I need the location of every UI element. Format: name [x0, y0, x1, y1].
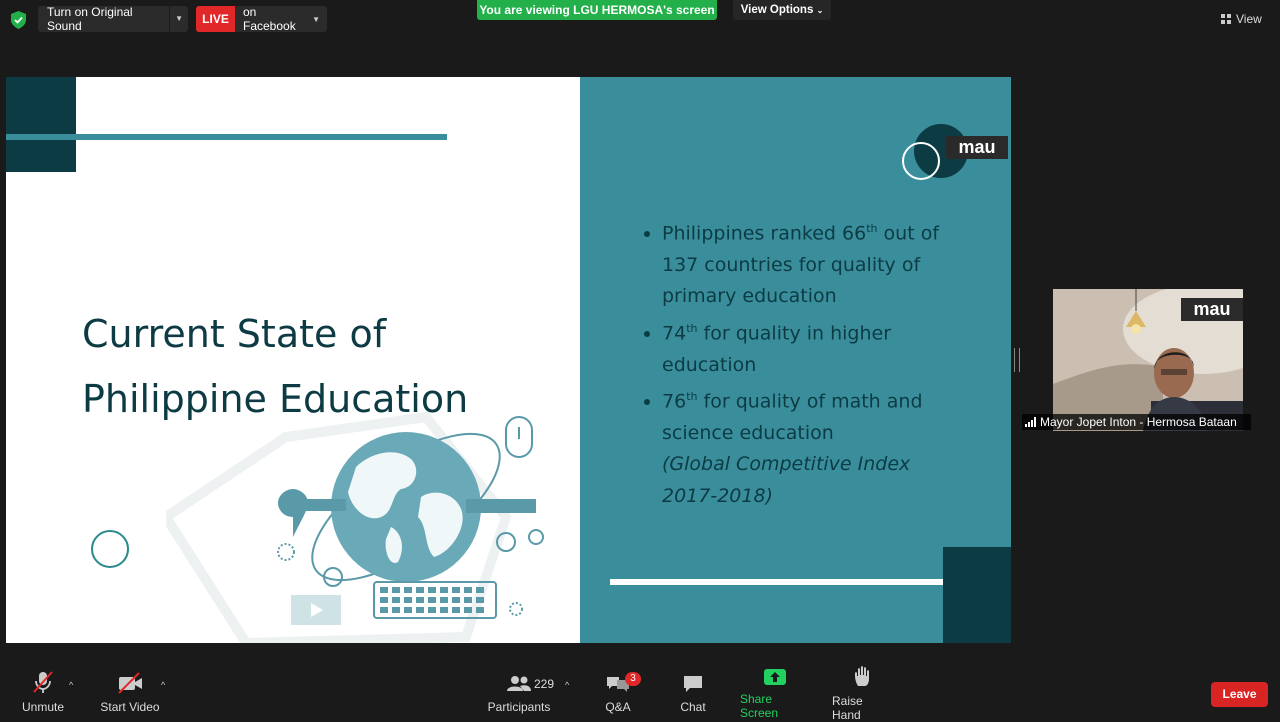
participants-options-caret-icon[interactable]: ^ [565, 680, 569, 690]
slide-decor-ring [91, 530, 129, 568]
participants-button[interactable]: Participants [488, 664, 550, 720]
video-options-caret-icon[interactable]: ^ [161, 680, 165, 690]
microphone-muted-icon [33, 671, 53, 693]
start-video-label: Start Video [100, 700, 160, 714]
participant-video[interactable]: mau [1053, 289, 1243, 431]
participants-label: Participants [487, 700, 551, 714]
video-camera-off-icon [118, 672, 142, 694]
viewing-screen-banner: You are viewing LGU HERMOSA's screen [477, 0, 717, 20]
slide-decor-line [6, 134, 447, 140]
slide-decor-block [943, 547, 1011, 643]
globe-education-illustration [166, 411, 544, 643]
chat-button[interactable]: Chat [676, 664, 710, 720]
qa-label: Q&A [605, 700, 631, 714]
view-options-label: View Options [740, 4, 814, 16]
live-badge: LIVE [196, 6, 235, 32]
bullet-item: Philippines ranked 66th out of 137 count… [662, 213, 966, 313]
share-screen-button[interactable]: Share Screen [740, 664, 810, 720]
bullet-item: 74th for quality in higher education [662, 313, 966, 381]
raise-hand-icon [855, 666, 869, 686]
share-screen-label: Share Screen [740, 692, 779, 720]
slide-decor-block [6, 77, 76, 172]
live-destination-label: on Facebook [243, 6, 296, 32]
slide-citation: (Global Competitive Index 2017-2018) [662, 453, 911, 507]
participants-icon [507, 676, 531, 691]
share-screen-icon [764, 669, 786, 685]
original-sound-label: Turn on Original Sound [47, 5, 133, 33]
panel-resize-handle[interactable] [1014, 348, 1020, 372]
participant-count: 229 [534, 677, 555, 691]
qa-count-badge: 3 [625, 672, 641, 686]
shared-screen: Current State of Philippine Education • … [6, 77, 1011, 643]
grid-view-icon [1221, 14, 1231, 24]
chat-icon [684, 676, 702, 692]
view-options-button[interactable]: View Options ⌄ [733, 0, 831, 20]
shield-icon[interactable] [10, 11, 27, 29]
live-destination[interactable]: on Facebook ▼ [235, 6, 327, 32]
raise-hand-button[interactable]: Raise Hand [832, 664, 894, 722]
unmute-button[interactable]: Unmute [20, 664, 66, 720]
leave-button[interactable]: Leave [1211, 682, 1268, 707]
bullet-item: 76th for quality of math and science edu… [662, 381, 966, 449]
original-sound-button[interactable]: Turn on Original Sound ▼ [38, 5, 188, 33]
chevron-down-icon: ⌄ [816, 6, 824, 15]
chevron-down-icon[interactable]: ▼ [169, 6, 188, 32]
view-button[interactable]: View [1221, 8, 1271, 30]
meeting-toolbar: Unmute Start Video Participants Q&A Chat… [0, 664, 1280, 722]
slide-bullet-list: Philippines ranked 66th out of 137 count… [636, 213, 966, 512]
signal-strength-icon [1025, 417, 1036, 427]
view-label: View [1236, 12, 1262, 26]
chevron-down-icon[interactable]: ▼ [312, 15, 320, 24]
raise-hand-label: Raise Hand [832, 694, 863, 722]
slide-watermark: mau [946, 136, 1008, 159]
start-video-button[interactable]: Start Video [100, 664, 160, 720]
live-stream-button[interactable]: LIVE on Facebook ▼ [196, 6, 327, 32]
participant-name-tag: Mayor Jopet Inton - Hermosa Bataan [1022, 414, 1251, 430]
audio-options-caret-icon[interactable]: ^ [69, 680, 73, 690]
participant-name: Mayor Jopet Inton - Hermosa Bataan [1040, 415, 1237, 429]
participant-watermark: mau [1181, 298, 1243, 321]
unmute-label: Unmute [21, 700, 65, 714]
chat-label: Chat [680, 700, 706, 714]
slide-left-panel: Current State of Philippine Education [6, 77, 580, 643]
meeting-top-bar: Turn on Original Sound ▼ LIVE on Faceboo… [0, 0, 1280, 40]
slide-title-line1: Current State of [82, 312, 387, 356]
